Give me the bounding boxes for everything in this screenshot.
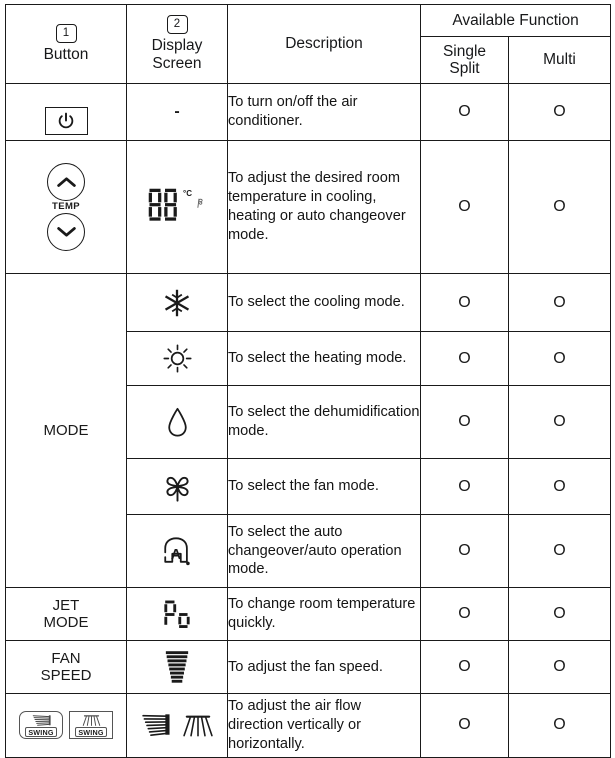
cell-description: To adjust the air flow direction vertica… xyxy=(228,694,421,758)
header-button-label: Button xyxy=(44,46,89,63)
cell-single-split: O xyxy=(421,84,509,141)
auto-a-letter: A xyxy=(171,547,182,563)
cell-display-airflow xyxy=(127,694,228,758)
cell-multi: O xyxy=(509,641,611,694)
cell-description: To adjust the fan speed. xyxy=(228,641,421,694)
swing-button-group: SWING SWIN xyxy=(6,711,126,739)
table-row: TEMP xyxy=(6,141,611,274)
cell-button-mode: MODE xyxy=(6,274,127,588)
seven-segment-88-icon xyxy=(148,188,182,222)
cell-description: To select the dehumidification mode. xyxy=(228,386,421,459)
cell-description: To select the cooling mode. xyxy=(228,274,421,332)
cell-multi: O xyxy=(509,386,611,459)
cell-multi: O xyxy=(509,274,611,332)
temp-down-button[interactable] xyxy=(47,213,85,251)
cell-single-split: O xyxy=(421,386,509,459)
temperature-unit-label: °C xyxy=(183,189,192,198)
cell-multi: O xyxy=(509,515,611,588)
cell-multi: O xyxy=(509,84,611,141)
header-single-split: Single Split xyxy=(421,37,509,84)
chevron-up-icon xyxy=(57,176,76,188)
cell-description: To adjust the desired room temperature i… xyxy=(228,141,421,274)
cell-display-fan-speed xyxy=(127,641,228,694)
horizontal-airflow-display-icon xyxy=(182,712,214,738)
swing-vertical-label: SWING xyxy=(25,727,56,737)
cell-button-temp: TEMP xyxy=(6,141,127,274)
fan-speed-bars-icon xyxy=(164,650,190,684)
cell-single-split: O xyxy=(421,641,509,694)
cell-description: To select the fan mode. xyxy=(228,459,421,515)
header-description: Description xyxy=(228,5,421,84)
table-row: FAN SPEED To adjust the fan speed. xyxy=(6,641,611,694)
header-display-screen: 2 Display Screen xyxy=(127,5,228,84)
cell-description: To select the auto changeover/auto opera… xyxy=(228,515,421,588)
cell-single-split: O xyxy=(421,694,509,758)
cell-button-jet-mode: JET MODE xyxy=(6,588,127,641)
cell-display-dehumidify xyxy=(127,386,228,459)
swing-vertical-button[interactable]: SWING xyxy=(19,711,63,739)
table-row: JET MODE xyxy=(6,588,611,641)
temp-up-button[interactable] xyxy=(47,163,85,201)
table-row: MODE To select the cooling mode. O O xyxy=(6,274,611,332)
cell-multi: O xyxy=(509,141,611,274)
temp-label: TEMP xyxy=(52,202,80,212)
small-fan-marker-icon xyxy=(194,197,206,211)
cell-display-temperature: °C xyxy=(127,141,228,274)
auto-a-icon: A xyxy=(160,535,194,567)
cell-multi: O xyxy=(509,332,611,386)
cell-multi: O xyxy=(509,588,611,641)
cell-display-heating xyxy=(127,332,228,386)
vertical-airflow-icon xyxy=(31,714,52,727)
cell-display-jet-mode xyxy=(127,588,228,641)
badge-2: 2 xyxy=(167,15,188,34)
cell-single-split: O xyxy=(421,332,509,386)
swing-horizontal-label: SWING xyxy=(75,727,106,737)
cell-single-split: O xyxy=(421,588,509,641)
cell-description: To select the heating mode. xyxy=(228,332,421,386)
cell-display-cooling xyxy=(127,274,228,332)
badge-1: 1 xyxy=(56,24,77,43)
horizontal-airflow-icon xyxy=(81,714,102,727)
cell-button-power xyxy=(6,84,127,141)
cell-display-auto: A xyxy=(127,515,228,588)
fan-blade-icon xyxy=(162,471,193,502)
cell-description: To change room temperature quickly. xyxy=(228,588,421,641)
table-row: - To turn on/off the air conditioner. O … xyxy=(6,84,611,141)
cell-display-none: - xyxy=(127,84,228,141)
cell-single-split: O xyxy=(421,515,509,588)
swing-horizontal-button[interactable]: SWING xyxy=(69,711,113,739)
vertical-airflow-display-icon xyxy=(141,712,173,738)
cell-multi: O xyxy=(509,459,611,515)
table-row: SWING SWIN xyxy=(6,694,611,758)
header-button: 1 Button xyxy=(6,5,127,84)
header-display-label: Display Screen xyxy=(152,37,203,72)
power-icon xyxy=(57,112,75,130)
available-function-table: 1 Button 2 Display Screen Description Av… xyxy=(5,4,611,758)
seven-segment-po-icon xyxy=(161,598,193,630)
cell-button-swing: SWING SWIN xyxy=(6,694,127,758)
cell-single-split: O xyxy=(421,274,509,332)
cell-display-fan xyxy=(127,459,228,515)
water-drop-icon xyxy=(166,406,189,438)
cell-single-split: O xyxy=(421,141,509,274)
temp-button-group: TEMP xyxy=(6,158,126,256)
function-table-page: 1 Button 2 Display Screen Description Av… xyxy=(0,0,615,753)
chevron-down-icon xyxy=(57,226,76,238)
snowflake-icon xyxy=(162,288,192,318)
header-multi: Multi xyxy=(509,37,611,84)
power-button[interactable] xyxy=(45,107,88,135)
cell-button-fan-speed: FAN SPEED xyxy=(6,641,127,694)
table-header-row: 1 Button 2 Display Screen Description Av… xyxy=(6,5,611,37)
cell-description: To turn on/off the air conditioner. xyxy=(228,84,421,141)
header-available-function: Available Function xyxy=(421,5,611,37)
cell-multi: O xyxy=(509,694,611,758)
sun-icon xyxy=(162,343,193,374)
display-dash: - xyxy=(174,103,179,120)
cell-single-split: O xyxy=(421,459,509,515)
